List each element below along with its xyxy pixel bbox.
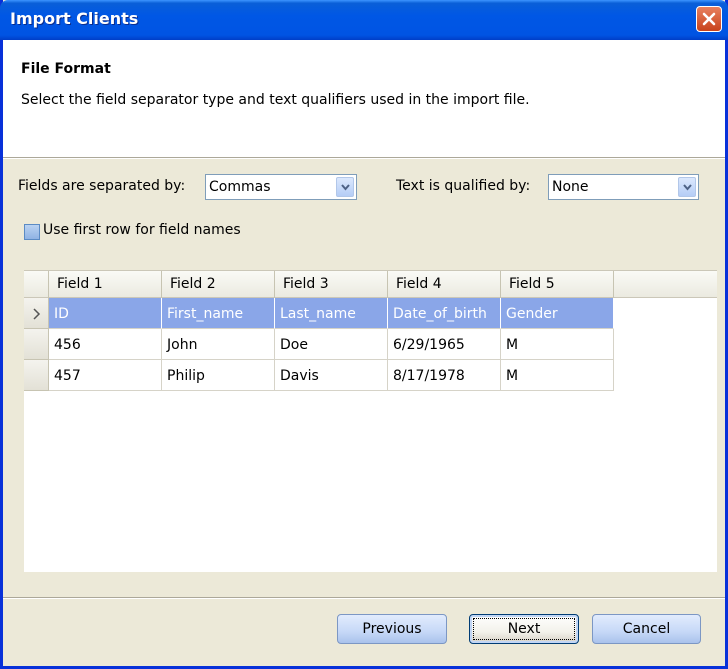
table-cell[interactable]: Doe — [275, 329, 388, 360]
chevron-down-icon — [341, 184, 350, 191]
table-cell[interactable]: Gender — [501, 298, 614, 329]
section-description: Select the field separator type and text… — [21, 92, 530, 108]
table-cell[interactable]: Last_name — [275, 298, 388, 329]
close-button[interactable] — [696, 6, 722, 32]
qualifier-dropdown-button[interactable] — [678, 177, 696, 197]
section-title: File Format — [21, 61, 111, 77]
title-bar[interactable]: Import Clients — [0, 0, 728, 40]
import-clients-dialog: Import Clients File Format Select the fi… — [0, 0, 728, 669]
table-cell[interactable]: 6/29/1965 — [388, 329, 501, 360]
first-row-checkbox[interactable] — [24, 224, 40, 240]
close-icon — [702, 12, 716, 26]
column-header[interactable]: Field 1 — [49, 271, 162, 299]
table-cell[interactable]: Davis — [275, 360, 388, 391]
table-cell[interactable]: M — [501, 360, 614, 391]
divider — [3, 598, 725, 599]
table-cell[interactable]: Date_of_birth — [388, 298, 501, 329]
table-cell[interactable]: First_name — [162, 298, 275, 329]
separator-select[interactable]: Commas — [205, 174, 357, 200]
data-grid[interactable]: Field 1 Field 2 Field 3 Field 4 Field 5 … — [24, 270, 717, 572]
previous-button[interactable]: Previous — [337, 614, 447, 644]
separator-dropdown-button[interactable] — [336, 177, 354, 197]
table-cell[interactable]: 456 — [49, 329, 162, 360]
table-cell[interactable]: Philip — [162, 360, 275, 391]
window-title: Import Clients — [10, 9, 139, 28]
table-cell[interactable]: M — [501, 329, 614, 360]
table-cell[interactable]: John — [162, 329, 275, 360]
row-header[interactable] — [24, 360, 49, 391]
column-header[interactable]: Field 3 — [275, 271, 388, 299]
first-row-label[interactable]: Use first row for field names — [43, 222, 241, 238]
row-header[interactable] — [24, 298, 49, 329]
qualifier-value: None — [552, 179, 589, 195]
table-cell[interactable]: ID — [49, 298, 162, 329]
table-cell[interactable]: 457 — [49, 360, 162, 391]
separator-value: Commas — [209, 179, 271, 195]
column-header[interactable]: Field 5 — [501, 271, 614, 299]
qualifier-label: Text is qualified by: — [396, 178, 531, 194]
qualifier-select[interactable]: None — [548, 174, 699, 200]
next-button[interactable]: Next — [469, 614, 579, 644]
grid-corner — [24, 271, 49, 299]
row-header[interactable] — [24, 329, 49, 360]
cancel-button[interactable]: Cancel — [592, 614, 701, 644]
column-header[interactable]: Field 2 — [162, 271, 275, 299]
divider — [3, 158, 725, 159]
chevron-down-icon — [683, 184, 692, 191]
row-pointer-icon — [33, 308, 41, 320]
header-panel: File Format Select the field separator t… — [3, 40, 725, 157]
column-header[interactable]: Field 4 — [388, 271, 501, 299]
table-cell[interactable]: 8/17/1978 — [388, 360, 501, 391]
grid-header: Field 1 Field 2 Field 3 Field 4 Field 5 — [24, 270, 717, 299]
separator-label: Fields are separated by: — [18, 178, 186, 194]
